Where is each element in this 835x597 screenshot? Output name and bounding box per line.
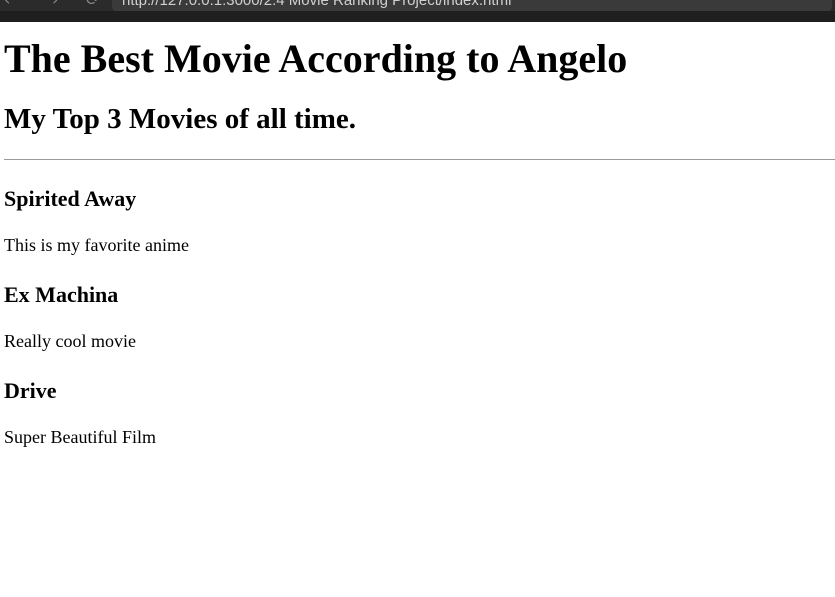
page-subtitle: My Top 3 Movies of all time. — [4, 103, 357, 135]
movie-description: Really cool movie — [4, 331, 136, 351]
browser-toolbar: ‹ › ⟳ http://127.0.0.1:3000/2.4 Movie Ra… — [0, 0, 835, 22]
toolbar-divider — [0, 11, 835, 22]
movie-title: Drive — [4, 378, 57, 403]
movie-description: This is my favorite anime — [4, 235, 189, 255]
address-bar-url[interactable]: http://127.0.0.1:3000/2.4 Movie Ranking … — [122, 0, 511, 11]
movie-description: Super Beautiful Film — [4, 427, 156, 447]
chevron-left-icon[interactable]: ‹ — [4, 0, 10, 10]
movie-entry: Drive Super Beautiful Film — [0, 378, 835, 448]
movie-entry: Spirited Away This is my favorite anime — [0, 186, 835, 256]
movie-entry: Ex Machina Really cool movie — [0, 282, 835, 352]
page-title: The Best Movie According to Angelo — [4, 36, 628, 81]
page-content: The Best Movie According to Angelo My To… — [0, 22, 835, 448]
refresh-icon[interactable]: ⟳ — [86, 0, 99, 10]
movie-title: Ex Machina — [4, 282, 119, 307]
movie-title: Spirited Away — [4, 186, 137, 211]
chevron-right-icon[interactable]: › — [52, 0, 58, 10]
divider — [4, 159, 835, 160]
